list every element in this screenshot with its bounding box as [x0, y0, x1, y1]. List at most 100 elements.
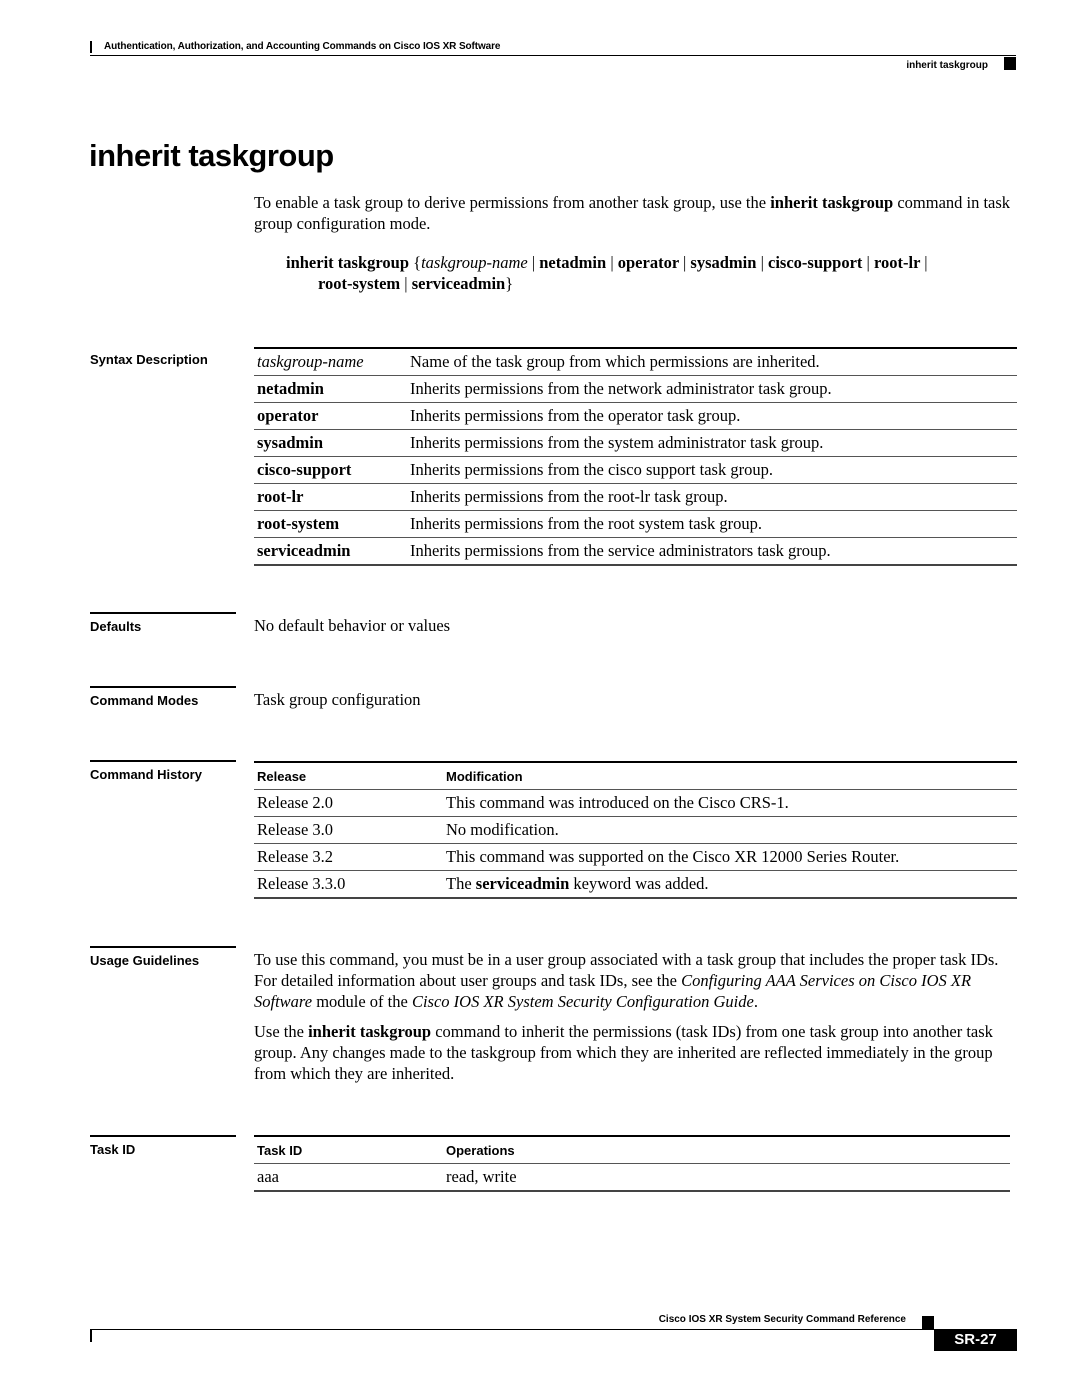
table-header-row: Task ID Operations	[254, 1137, 1010, 1164]
modification-cell: No modification.	[446, 820, 559, 839]
syntax-term: taskgroup-name	[257, 352, 364, 371]
release-cell: Release 3.0	[257, 820, 334, 839]
intro-paragraph: To enable a task group to derive permiss…	[254, 192, 1024, 234]
section-label-syntax-description: Syntax Description	[90, 352, 236, 367]
defaults-text: No default behavior or values	[254, 616, 451, 635]
table-row: netadmin Inherits permissions from the ne…	[254, 376, 1017, 403]
syntax-desc: Inherits permissions from the root-lr ta…	[410, 487, 728, 506]
syntax-open-brace: {	[409, 253, 422, 272]
modification-cell: The serviceadmin keyword was added.	[446, 874, 1017, 894]
section-label-usage-guidelines: Usage Guidelines	[90, 946, 236, 968]
column-header-operations: Operations	[446, 1142, 515, 1158]
usage-paragraph-2: Use the inherit taskgroup command to inh…	[254, 1021, 1014, 1084]
section-rule	[90, 1135, 236, 1137]
modification-keyword: serviceadmin	[475, 874, 570, 893]
usage-text: module of the	[312, 992, 412, 1011]
command-history-table: Release Modification Release 2.0 This comm…	[254, 761, 1017, 899]
table-row: Release 3.3.0 The serviceadmin keyword wa…	[254, 871, 1017, 899]
table-row: taskgroup-name Name of the task group fro…	[254, 349, 1017, 376]
modification-text: keyword was added.	[569, 874, 709, 893]
operations-cell: read, write	[446, 1167, 517, 1186]
release-cell: Release 3.3.0	[257, 874, 346, 893]
table-row: root-system Inherits permissions from the…	[254, 511, 1017, 538]
syntax-keyword: root-lr	[873, 253, 921, 272]
separator: |	[404, 274, 408, 293]
usage-paragraph-1: To use this command, you must be in a us…	[254, 949, 1022, 1012]
syntax-keyword: netadmin	[539, 253, 607, 272]
usage-text: Use the	[254, 1022, 309, 1041]
footer-rule	[90, 1329, 936, 1330]
syntax-keyword: operator	[617, 253, 679, 272]
syntax-desc: Inherits permissions from the service ad…	[410, 541, 831, 560]
footer-bar	[90, 1330, 92, 1342]
guide-reference: Cisco IOS XR System Security Configurati…	[411, 992, 754, 1011]
separator: |	[924, 253, 928, 272]
command-modes-text: Task group configuration	[254, 690, 421, 709]
task-id-cell: aaa	[257, 1167, 279, 1186]
syntax-term: serviceadmin	[257, 541, 351, 560]
table-row: sysadmin Inherits permissions from the sy…	[254, 430, 1017, 457]
syntax-line-2: root-system | serviceadmin}	[286, 273, 1026, 294]
section-rule	[90, 686, 236, 688]
syntax-term: root-lr	[257, 487, 304, 506]
table-row: Release 2.0 This command was introduced o…	[254, 790, 1017, 817]
syntax-desc: Name of the task group from which permis…	[410, 352, 820, 371]
separator: |	[866, 253, 870, 272]
usage-command: inherit taskgroup	[308, 1022, 432, 1041]
table-row: root-lr Inherits permissions from the roo…	[254, 484, 1017, 511]
syntax-desc: Inherits permissions from the network ad…	[410, 379, 832, 398]
section-rule	[90, 946, 236, 948]
syntax-keyword: serviceadmin	[411, 274, 506, 293]
table-row: serviceadmin Inherits permissions from th…	[254, 538, 1017, 566]
section-label-text: Defaults	[90, 619, 142, 634]
column-header-release: Release	[257, 768, 307, 784]
modification-text: The	[446, 874, 476, 893]
book-title: Cisco IOS XR System Security Command Ref…	[658, 1314, 906, 1325]
page-number: SR-27	[934, 1329, 1017, 1351]
section-rule	[90, 612, 236, 614]
syntax-desc: Inherits permissions from the cisco supp…	[410, 460, 773, 479]
table-row: Release 3.2 This command was supported on…	[254, 844, 1017, 871]
section-label-command-modes: Command Modes	[90, 686, 236, 708]
section-label-text: Command History	[90, 767, 202, 782]
separator: |	[682, 253, 687, 272]
footer-square-marker	[922, 1316, 934, 1329]
separator: |	[610, 253, 614, 272]
release-cell: Release 2.0	[257, 793, 334, 812]
syntax-desc: Inherits permissions from the system adm…	[410, 433, 824, 452]
usage-text: .	[753, 992, 758, 1011]
section-label-text: Syntax Description	[90, 352, 208, 367]
section-rule	[90, 760, 236, 762]
header-square-marker	[1004, 57, 1016, 70]
separator: |	[760, 253, 764, 272]
syntax-desc: Inherits permissions from the operator t…	[410, 406, 741, 425]
command-syntax: inherit taskgroup {taskgroup-name | neta…	[286, 252, 1026, 294]
syntax-arg: taskgroup-name	[421, 253, 528, 272]
syntax-term: root-system	[257, 514, 340, 533]
column-header-task-id: Task ID	[257, 1142, 303, 1158]
table-row: cisco-support Inherits permissions from t…	[254, 457, 1017, 484]
intro-text: To enable a task group to derive permiss…	[254, 193, 771, 212]
section-label-text: Command Modes	[90, 693, 199, 708]
modification-cell: This command was introduced on the Cisco…	[446, 793, 789, 812]
task-id-table: Task ID Operations aaa read, write	[254, 1135, 1010, 1192]
syntax-close-brace: }	[505, 274, 514, 293]
syntax-term: netadmin	[257, 379, 324, 398]
release-cell: Release 3.2	[257, 847, 334, 866]
section-label-command-history: Command History	[90, 760, 236, 782]
table-row: aaa read, write	[254, 1164, 1010, 1192]
intro-command: inherit taskgroup	[770, 193, 894, 212]
separator: |	[531, 253, 536, 272]
section-label-text: Task ID	[90, 1142, 136, 1157]
running-head: inherit taskgroup	[906, 60, 988, 71]
syntax-description-table: taskgroup-name Name of the task group fro…	[254, 347, 1017, 566]
syntax-keyword: cisco-support	[768, 253, 863, 272]
syntax-term: sysadmin	[257, 433, 324, 452]
table-row: Release 3.0 No modification.	[254, 817, 1017, 844]
section-label-task-id: Task ID	[90, 1135, 236, 1157]
modification-cell: This command was supported on the Cisco …	[446, 847, 900, 866]
syntax-command: inherit taskgroup	[286, 253, 410, 272]
header-bar	[90, 41, 92, 53]
section-label-text: Usage Guidelines	[90, 953, 200, 968]
syntax-desc: Inherits permissions from the root syste…	[410, 514, 762, 533]
